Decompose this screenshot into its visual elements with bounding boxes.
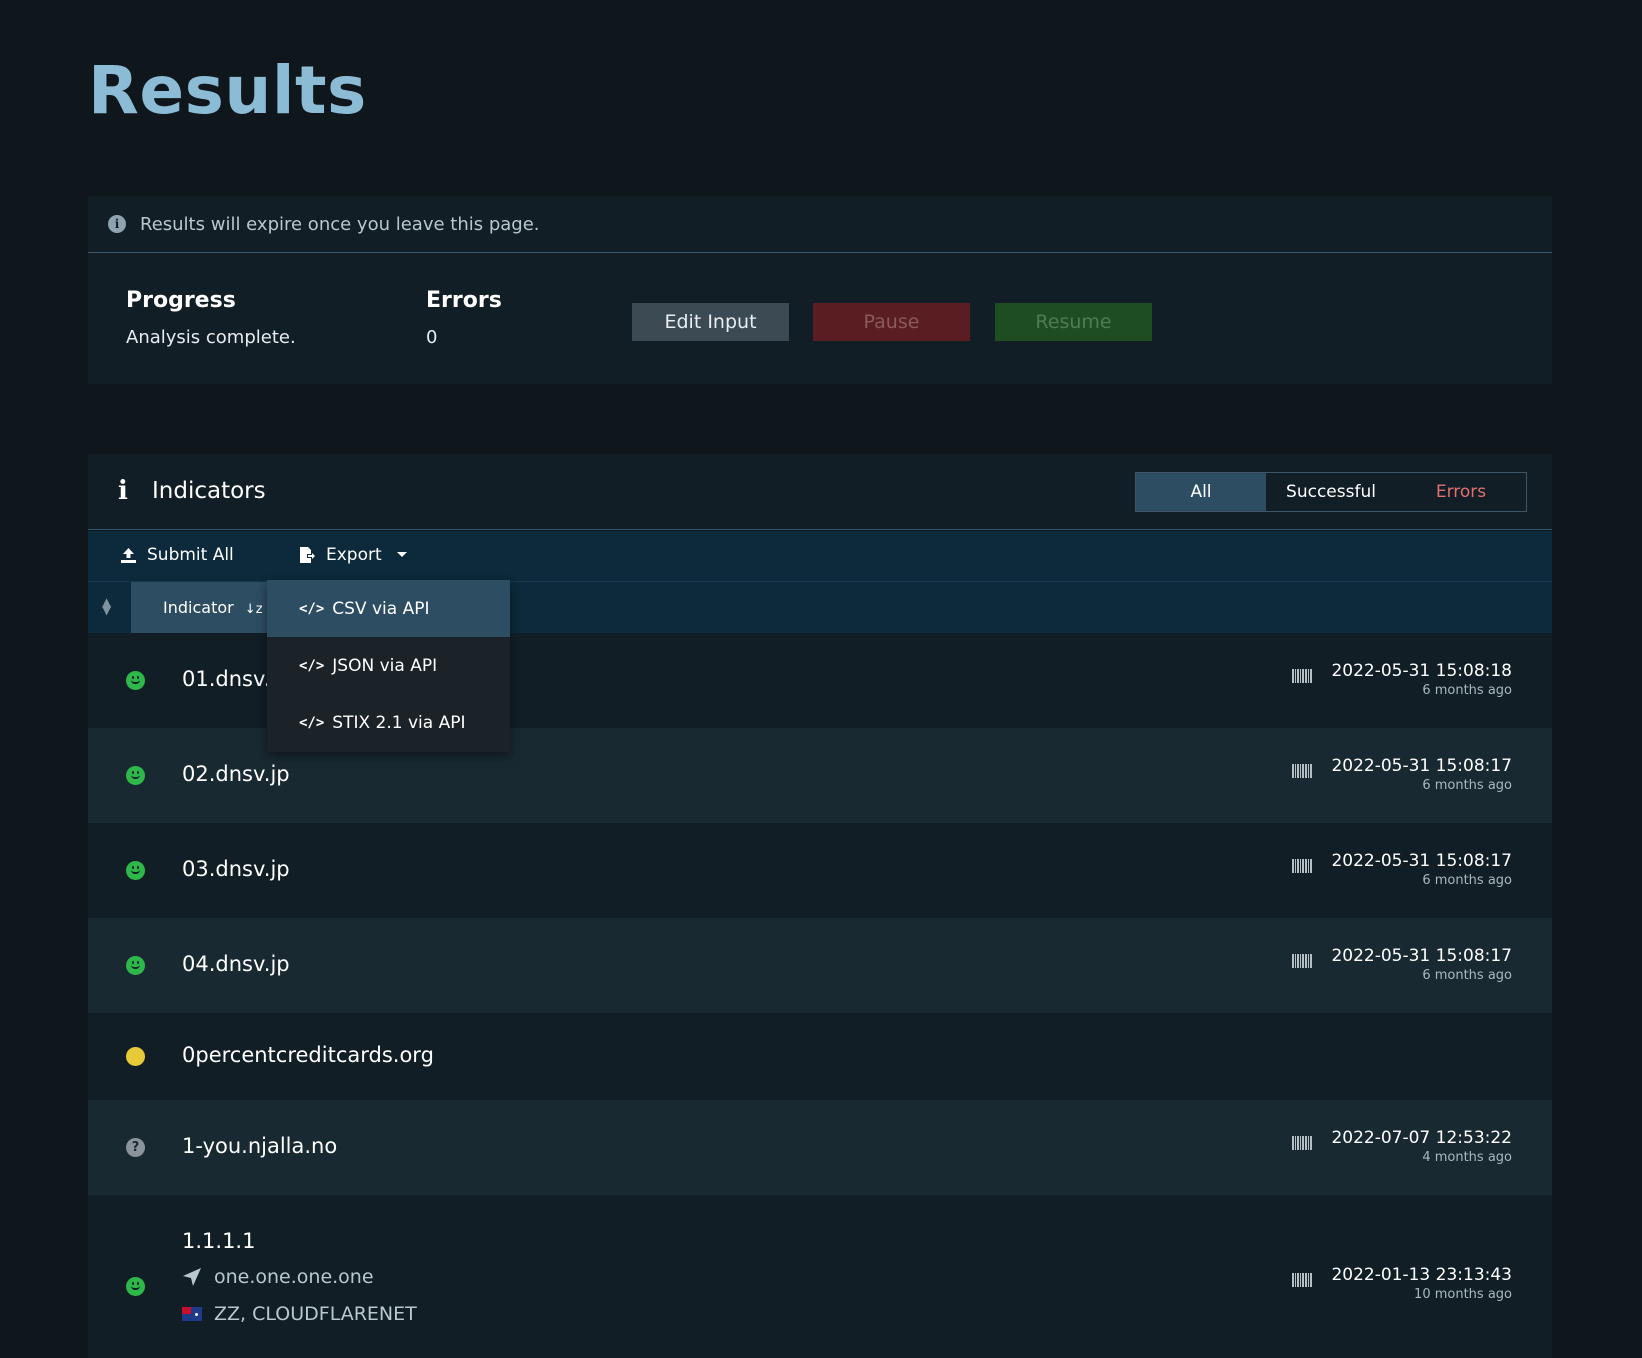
sort-alpha-icon: ↓z xyxy=(244,602,263,617)
timestamp-relative: 10 months ago xyxy=(1414,1287,1512,1302)
timestamp-relative: 6 months ago xyxy=(1422,778,1512,793)
hostname[interactable]: one.one.one.one xyxy=(214,1266,374,1288)
barcode-icon xyxy=(1292,764,1312,778)
indicators-header: i Indicators All Successful Errors xyxy=(88,454,1552,530)
upload-icon xyxy=(121,547,136,563)
smile-icon xyxy=(126,671,145,690)
smile-icon xyxy=(126,766,145,785)
geo-line: ZZ, CLOUDFLARENET xyxy=(182,1303,417,1325)
timestamp-absolute: 2022-05-31 15:08:17 xyxy=(1331,946,1512,966)
export-json-option[interactable]: </> JSON via API xyxy=(267,637,510,694)
timestamp: 2022-05-31 15:08:17 6 months ago xyxy=(1331,946,1512,983)
timestamp-absolute: 2022-07-07 12:53:22 xyxy=(1331,1128,1512,1148)
timestamp-absolute: 2022-05-31 15:08:17 xyxy=(1331,851,1512,871)
export-option-label: STIX 2.1 via API xyxy=(332,712,466,733)
progress-label: Progress xyxy=(126,288,236,313)
filter-successful[interactable]: Successful xyxy=(1266,473,1396,511)
indicator-name[interactable]: 0percentcreditcards.org xyxy=(182,1043,434,1067)
flag-icon xyxy=(182,1307,202,1321)
timestamp-relative: 6 months ago xyxy=(1422,683,1512,698)
pause-button[interactable]: Pause xyxy=(813,303,970,341)
timestamp: 2022-05-31 15:08:17 6 months ago xyxy=(1331,851,1512,888)
column-indicator-label: Indicator xyxy=(163,598,234,617)
timestamp-absolute: 2022-05-31 15:08:17 xyxy=(1331,756,1512,776)
geo-info: ZZ, CLOUDFLARENET xyxy=(214,1303,417,1325)
indicator-name[interactable]: 02.dnsv.jp xyxy=(182,762,290,786)
table-row[interactable]: 0percentcreditcards.org xyxy=(88,1013,1552,1100)
pending-status-icon xyxy=(126,1047,145,1066)
code-icon: </> xyxy=(299,714,325,731)
resume-button[interactable]: Resume xyxy=(995,303,1152,341)
sort-toggle-icon[interactable]: ▲ ▼ xyxy=(102,596,111,616)
export-csv-option[interactable]: </> CSV via API xyxy=(267,580,510,637)
timestamp-relative: 6 months ago xyxy=(1422,968,1512,983)
filter-all[interactable]: All xyxy=(1136,473,1266,511)
export-option-label: CSV via API xyxy=(332,598,430,619)
code-icon: </> xyxy=(299,600,325,617)
notice-text: Results will expire once you leave this … xyxy=(140,213,540,235)
indicators-toolbar: Submit All Export xyxy=(88,531,1552,582)
barcode-icon xyxy=(1292,669,1312,683)
errors-stat: Errors 0 xyxy=(426,288,502,348)
result-filter: All Successful Errors xyxy=(1135,472,1527,512)
barcode-icon xyxy=(1292,1136,1312,1150)
table-row[interactable]: ? 1-you.njalla.no 2022-07-07 12:53:22 4 … xyxy=(88,1100,1552,1195)
timestamp: 2022-05-31 15:08:17 6 months ago xyxy=(1331,756,1512,793)
export-menu: </> CSV via API </> JSON via API </> STI… xyxy=(267,580,510,752)
barcode-icon xyxy=(1292,859,1312,873)
smile-icon xyxy=(126,1277,145,1296)
submit-all-label: Submit All xyxy=(147,545,234,565)
table-row[interactable]: 04.dnsv.jp 2022-05-31 15:08:17 6 months … xyxy=(88,918,1552,1013)
status-panel: i Results will expire once you leave thi… xyxy=(88,196,1552,384)
smile-icon xyxy=(126,956,145,975)
indicator-name[interactable]: 1-you.njalla.no xyxy=(182,1134,337,1158)
progress-value: Analysis complete. xyxy=(126,327,296,348)
file-export-icon xyxy=(300,547,315,563)
timestamp-absolute: 2022-05-31 15:08:18 xyxy=(1331,661,1512,681)
timestamp-absolute: 2022-01-13 23:13:43 xyxy=(1331,1265,1512,1285)
submit-all-button[interactable]: Submit All xyxy=(120,545,234,565)
table-row[interactable]: 1.1.1.1 one.one.one.one ZZ, CLOUDFLARENE… xyxy=(88,1195,1552,1358)
export-dropdown-toggle[interactable]: Export xyxy=(298,545,408,565)
page-title: Results xyxy=(88,52,367,129)
timestamp: 2022-07-07 12:53:22 4 months ago xyxy=(1331,1128,1512,1165)
export-stix-option[interactable]: </> STIX 2.1 via API xyxy=(267,694,510,751)
hostname-line: one.one.one.one xyxy=(182,1266,374,1288)
timestamp: 2022-05-31 15:08:18 6 months ago xyxy=(1331,661,1512,698)
timestamp-relative: 6 months ago xyxy=(1422,873,1512,888)
info-icon: i xyxy=(108,215,126,233)
export-label: Export xyxy=(326,545,382,565)
barcode-icon xyxy=(1292,1273,1312,1287)
location-arrow-icon xyxy=(183,1268,201,1286)
indicators-title: Indicators xyxy=(152,478,266,504)
timestamp-relative: 4 months ago xyxy=(1422,1150,1512,1165)
filter-errors[interactable]: Errors xyxy=(1396,473,1526,511)
table-row[interactable]: 03.dnsv.jp 2022-05-31 15:08:17 6 months … xyxy=(88,823,1552,918)
indicator-name[interactable]: 04.dnsv.jp xyxy=(182,952,290,976)
edit-input-button[interactable]: Edit Input xyxy=(632,303,789,341)
indicator-name[interactable]: 03.dnsv.jp xyxy=(182,857,290,881)
export-option-label: JSON via API xyxy=(332,655,438,676)
indicator-name[interactable]: 01.dnsv.j xyxy=(182,667,276,691)
barcode-icon xyxy=(1292,954,1312,968)
indicator-name[interactable]: 1.1.1.1 xyxy=(182,1229,255,1253)
progress-stat: Progress Analysis complete. xyxy=(126,288,296,348)
smile-icon xyxy=(126,861,145,880)
question-icon: ? xyxy=(126,1138,145,1157)
timestamp: 2022-01-13 23:13:43 10 months ago xyxy=(1331,1265,1512,1302)
info-icon: i xyxy=(118,476,128,506)
caret-down-icon xyxy=(396,552,407,557)
expiry-notice: i Results will expire once you leave thi… xyxy=(88,196,1552,253)
code-icon: </> xyxy=(299,657,325,674)
errors-label: Errors xyxy=(426,288,502,313)
errors-value: 0 xyxy=(426,327,438,348)
